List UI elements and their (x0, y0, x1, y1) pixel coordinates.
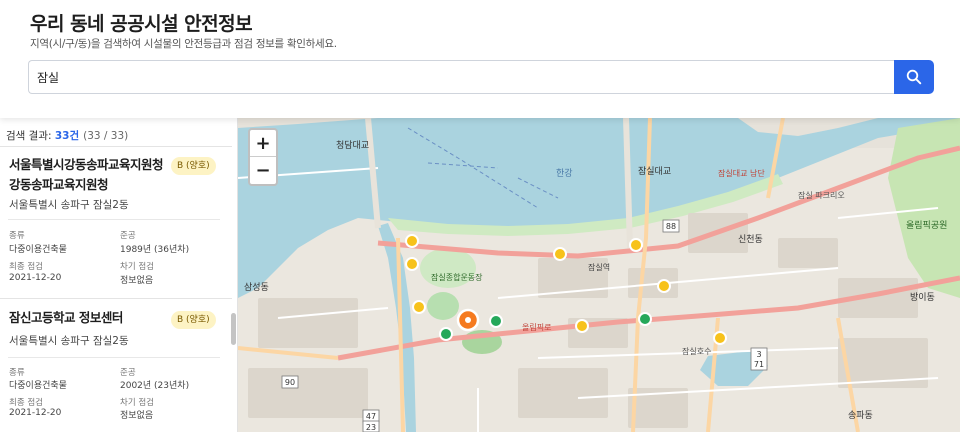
result-count: 검색 결과: 33건 (33 / 33) (6, 128, 128, 143)
facility-card[interactable]: 잠신고등학교 정보센터 B (양호) 서울특별시 송파구 잠실2동 종류 다중이… (0, 299, 232, 432)
result-list[interactable]: 검색 결과: 33건 (33 / 33) 서울특별시강동송파교육지원청 강동송파교… (0, 118, 238, 432)
built-value: 1989년 (36년차) (120, 245, 190, 255)
road-number-3: 3 (756, 350, 761, 359)
facility-address: 서울특별시 송파구 잠실2동 (9, 199, 129, 211)
label-samseong: 삼성동 (244, 282, 269, 293)
built-label: 준공 (120, 368, 136, 378)
facility-marker[interactable] (439, 327, 453, 341)
built-label: 준공 (120, 231, 136, 241)
label-jamsil-lake: 잠실호수 (682, 346, 711, 356)
road-number-88: 88 (666, 222, 676, 231)
road-number-71: 71 (754, 360, 764, 369)
type-value: 다중이용건축물 (9, 245, 67, 255)
facility-marker[interactable] (575, 319, 589, 333)
page-title: 우리 동네 공공시설 안전정보 (30, 13, 253, 35)
facility-address: 서울특별시 송파구 잠실2동 (9, 335, 129, 347)
facility-marker[interactable] (713, 331, 727, 345)
facility-card[interactable]: 서울특별시강동송파교육지원청 강동송파교육지원청 B (양호) 서울특별시 송파… (0, 147, 232, 298)
facility-marker[interactable] (638, 312, 652, 326)
facility-marker[interactable] (412, 300, 426, 314)
label-cheongdam: 청담대교 (336, 139, 369, 151)
safety-grade-badge: B (양호) (171, 157, 216, 175)
next-inspection-label: 차기 점검 (120, 262, 154, 272)
label-bangi: 방이동 (910, 292, 935, 303)
road-number-47: 47 (366, 412, 376, 421)
next-inspection-value: 정보없음 (120, 411, 154, 421)
road-number-90: 90 (285, 378, 295, 387)
built-value: 2002년 (23년차) (120, 381, 190, 391)
label-olympic-ro: 올림픽로 (522, 322, 551, 332)
road-number-23: 23 (366, 423, 376, 432)
facility-marker[interactable] (489, 314, 503, 328)
type-label: 종류 (9, 368, 25, 378)
last-inspection-value: 2021-12-20 (9, 408, 62, 418)
result-count-number: 33건 (54, 130, 80, 142)
map-canvas[interactable]: 88 90 47 23 3 71 잠실대교 잠실대교 남단 청담대교 한강 잠실… (238, 118, 960, 432)
zoom-control: + − (248, 128, 278, 186)
result-count-label: 검색 결과: (6, 130, 55, 142)
card-divider (8, 357, 220, 358)
search-button[interactable] (894, 60, 934, 94)
last-inspection-label: 최종 점검 (9, 262, 43, 272)
facility-marker[interactable] (657, 279, 671, 293)
label-jamsil-park: 잠실 파크리오 (798, 190, 845, 200)
label-olympic-park: 올림픽공원 (906, 219, 947, 231)
facility-name: 잠신고등학교 정보센터 (9, 310, 123, 325)
result-paging: (33 / 33) (83, 130, 129, 142)
label-han: 한강 (556, 168, 573, 179)
safety-grade-badge: B (양호) (171, 311, 216, 329)
zoom-out-button[interactable]: − (250, 157, 276, 184)
label-sinchon: 신천동 (738, 234, 763, 245)
label-bridge-south: 잠실대교 남단 (718, 168, 765, 178)
label-songpa: 송파동 (848, 410, 873, 421)
facility-marker[interactable] (405, 257, 419, 271)
card-divider (8, 219, 220, 220)
app-header: 우리 동네 공공시설 안전정보 지역(시/구/동)을 검색하여 시설물의 안전등… (0, 0, 960, 118)
scrollbar-thumb[interactable] (231, 313, 236, 345)
page-subtitle: 지역(시/구/동)을 검색하여 시설물의 안전등급과 점검 정보를 확인하세요. (30, 38, 337, 50)
zoom-in-button[interactable]: + (250, 130, 276, 157)
label-jamsil-station: 잠실역 (588, 262, 610, 272)
facility-name: 서울특별시강동송파교육지원청 강동송파교육지원청 (9, 157, 164, 192)
facility-marker[interactable] (553, 247, 567, 261)
next-inspection-value: 정보없음 (120, 276, 154, 286)
label-sports: 잠실종합운동장 (431, 272, 483, 282)
search-bar (28, 60, 934, 94)
type-label: 종류 (9, 231, 25, 241)
label-bridge: 잠실대교 (638, 166, 671, 177)
type-value: 다중이용건축물 (9, 381, 67, 391)
facility-marker[interactable] (405, 234, 419, 248)
facility-marker[interactable] (629, 238, 643, 252)
last-inspection-label: 최종 점검 (9, 398, 43, 408)
search-input[interactable] (28, 60, 894, 94)
search-icon (906, 69, 922, 85)
last-inspection-value: 2021-12-20 (9, 273, 62, 283)
next-inspection-label: 차기 점검 (120, 398, 154, 408)
map-view[interactable]: 88 90 47 23 3 71 잠실대교 잠실대교 남단 청담대교 한강 잠실… (238, 118, 960, 432)
